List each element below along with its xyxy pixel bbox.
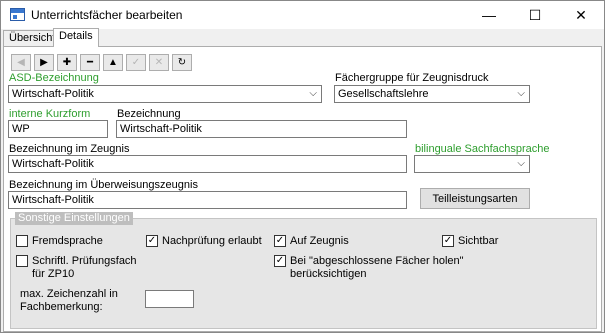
arrow-left-icon: ◀	[17, 57, 25, 68]
maximize-icon: ☐	[528, 6, 542, 23]
first-record-button[interactable]: ◀	[11, 54, 31, 71]
chevron-down-icon: ⌵	[517, 158, 525, 169]
abgeschlossene-checkbox[interactable]: ✓	[274, 255, 286, 267]
checkmark-icon: ✓	[147, 235, 157, 246]
refresh-button[interactable]: ↻	[172, 54, 192, 71]
tab-details[interactable]: Details	[53, 28, 99, 47]
nachpruefung-label: Nachprüfung erlaubt	[162, 235, 262, 247]
kurzform-label: interne Kurzform	[9, 108, 91, 120]
minimize-button[interactable]: —	[466, 1, 512, 29]
group-title: Sonstige Einstellungen	[15, 212, 133, 225]
asd-label: ASD-Bezeichnung	[9, 72, 99, 84]
faechergruppe-label: Fächergruppe für Zeugnisdruck	[335, 72, 489, 84]
cross-icon: ✕	[154, 57, 164, 68]
faechergruppe-value: Gesellschaftslehre	[338, 88, 429, 100]
checkmark-icon: ✓	[131, 57, 141, 68]
next-record-button[interactable]: ▶	[34, 54, 54, 71]
abgeschlossene-checkbox-row[interactable]: ✓ Bei "abgeschlossene Fächer holen" berü…	[274, 255, 474, 281]
sichtbar-label: Sichtbar	[458, 235, 499, 247]
plus-icon: ✚	[62, 57, 72, 68]
asd-value: Wirtschaft-Politik	[12, 88, 94, 100]
auf-zeugnis-label: Auf Zeugnis	[290, 235, 349, 247]
fremdsprache-checkbox-row[interactable]: Fremdsprache	[16, 235, 103, 248]
title-bar: Unterrichtsfächer bearbeiten — ☐ ✕	[1, 1, 604, 29]
teilleistungsarten-button[interactable]: Teilleistungsarten	[420, 188, 530, 209]
bezeichnung-label: Bezeichnung	[117, 108, 181, 120]
auf-zeugnis-checkbox[interactable]: ✓	[274, 235, 286, 247]
minus-icon: ━	[86, 57, 94, 68]
details-panel: ◀ ▶ ✚ ━ ▲ ✓ ✕ ↻ ASD-Bezeichnung Wirtscha…	[3, 46, 602, 332]
zeugnis-field[interactable]: Wirtschaft-Politik	[8, 155, 407, 173]
nachpruefung-checkbox-row[interactable]: ✓ Nachprüfung erlaubt	[146, 235, 262, 248]
close-icon: ✕	[575, 6, 587, 23]
sonstige-einstellungen-group: Sonstige Einstellungen Fremdsprache ✓ Na…	[10, 212, 597, 329]
fremdsprache-label: Fremdsprache	[32, 235, 103, 247]
move-up-button[interactable]: ▲	[103, 54, 123, 71]
bilingual-select[interactable]: ⌵	[414, 155, 530, 173]
maximize-button[interactable]: ☐	[512, 1, 558, 29]
add-record-button[interactable]: ✚	[57, 54, 77, 71]
tab-strip: Übersicht Details	[1, 28, 604, 47]
sichtbar-checkbox[interactable]: ✓	[442, 235, 454, 247]
zeugnis-label: Bezeichnung im Zeugnis	[9, 143, 130, 155]
refresh-icon: ↻	[177, 57, 187, 68]
checkmark-icon: ✓	[275, 255, 285, 266]
app-window-icon	[10, 8, 25, 21]
triangle-up-icon: ▲	[108, 57, 118, 68]
dialog-window: Unterrichtsfächer bearbeiten — ☐ ✕ Übers…	[0, 0, 605, 333]
window-title: Unterrichtsfächer bearbeiten	[31, 8, 183, 22]
checkmark-icon: ✓	[275, 235, 285, 246]
chevron-down-icon: ⌵	[517, 88, 525, 99]
max-zeichen-label: max. Zeichenzahl in Fachbemerkung:	[20, 288, 118, 313]
kurzform-field[interactable]: WP	[8, 120, 108, 138]
fremdsprache-checkbox[interactable]	[16, 235, 28, 247]
nachpruefung-checkbox[interactable]: ✓	[146, 235, 158, 247]
remove-record-button[interactable]: ━	[80, 54, 100, 71]
bilingual-label: bilinguale Sachfachsprache	[415, 143, 550, 155]
close-button[interactable]: ✕	[558, 1, 604, 29]
bezeichnung-field[interactable]: Wirtschaft-Politik	[116, 120, 407, 138]
ueberweisung-label: Bezeichnung im Überweisungszeugnis	[9, 179, 198, 191]
asd-select[interactable]: Wirtschaft-Politik ⌵	[8, 85, 322, 103]
cancel-edit-button[interactable]: ✕	[149, 54, 169, 71]
schriftl-label: Schriftl. Prüfungsfach für ZP10	[32, 255, 137, 280]
auf-zeugnis-checkbox-row[interactable]: ✓ Auf Zeugnis	[274, 235, 349, 248]
schriftl-checkbox[interactable]	[16, 255, 28, 267]
schriftl-checkbox-row[interactable]: Schriftl. Prüfungsfach für ZP10	[16, 255, 141, 281]
confirm-button[interactable]: ✓	[126, 54, 146, 71]
ueberweisung-field[interactable]: Wirtschaft-Politik	[8, 191, 407, 209]
abgeschlossene-label: Bei "abgeschlossene Fächer holen" berück…	[290, 255, 464, 280]
minimize-icon: —	[482, 7, 496, 23]
max-zeichen-field[interactable]	[145, 290, 194, 308]
faechergruppe-select[interactable]: Gesellschaftslehre ⌵	[334, 85, 530, 103]
sichtbar-checkbox-row[interactable]: ✓ Sichtbar	[442, 235, 498, 248]
chevron-down-icon: ⌵	[309, 88, 317, 99]
checkmark-icon: ✓	[443, 235, 453, 246]
arrow-right-icon: ▶	[40, 57, 48, 68]
